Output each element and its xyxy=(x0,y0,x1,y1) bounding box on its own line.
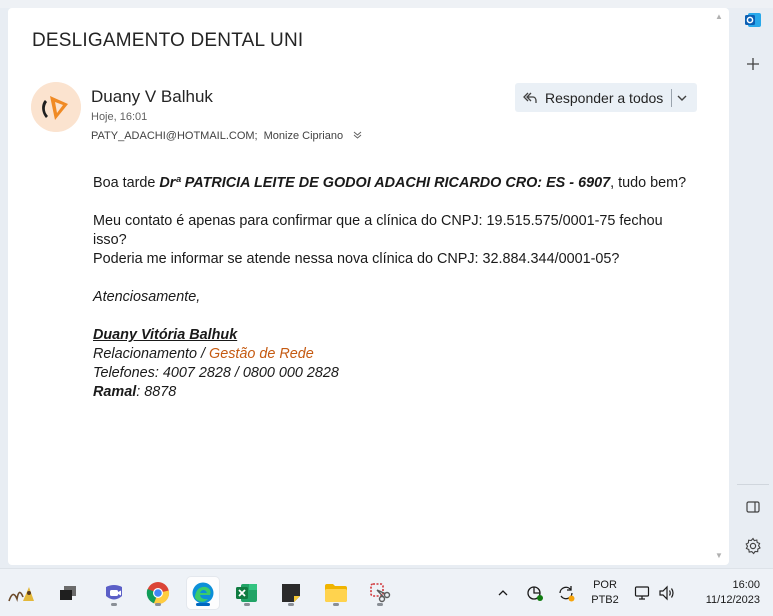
email-subject: DESLIGAMENTO DENTAL UNI xyxy=(32,30,304,51)
recipient-item[interactable]: PATY_ADACHI@HOTMAIL.COM; xyxy=(91,130,258,142)
task-view-icon[interactable] xyxy=(52,577,84,609)
sender-avatar[interactable] xyxy=(31,82,81,132)
file-explorer-icon[interactable] xyxy=(320,577,352,609)
recipients-row: PATY_ADACHI@HOTMAIL.COM; Monize Cipriano xyxy=(91,130,362,142)
ramal-label: Ramal xyxy=(93,384,137,400)
greeting-name: Drª PATRICIA LEITE DE GODOI ADACHI RICAR… xyxy=(159,175,611,191)
outlook-icon[interactable] xyxy=(739,6,767,34)
outlook-window: DESLIGAMENTO DENTAL UNI Duany V Balhuk H… xyxy=(0,0,773,616)
show-hidden-icons-chevron-icon[interactable] xyxy=(494,569,512,616)
security-status-icon[interactable] xyxy=(524,569,546,616)
app-rail xyxy=(733,0,773,568)
signature-role: Relacionamento / Gestão de Rede xyxy=(93,345,693,364)
widget-icon[interactable] xyxy=(6,577,38,609)
clock-date: 11/12/2023 xyxy=(705,594,760,606)
volume-icon[interactable] xyxy=(656,569,678,616)
add-icon[interactable] xyxy=(739,50,767,78)
language-code: POR xyxy=(593,579,617,591)
excel-icon[interactable] xyxy=(231,577,263,609)
greeting-line: Boa tarde Drª PATRICIA LEITE DE GODOI AD… xyxy=(93,174,693,193)
sticky-notes-icon[interactable] xyxy=(275,577,307,609)
keyboard-layout: PTB2 xyxy=(591,594,619,606)
sender-name[interactable]: Duany V Balhuk xyxy=(91,87,213,107)
taskbar-clock[interactable]: 16:00 11/12/2023 xyxy=(684,578,760,608)
avatar-logo-icon xyxy=(31,82,81,132)
vertical-scrollbar[interactable]: ▲ ▼ xyxy=(713,10,725,562)
top-strip xyxy=(0,0,773,8)
reply-all-button[interactable]: Responder a todos xyxy=(515,83,697,112)
reading-pane: DESLIGAMENTO DENTAL UNI Duany V Balhuk H… xyxy=(8,8,729,565)
network-icon[interactable] xyxy=(632,569,654,616)
greeting-prefix: Boa tarde xyxy=(93,175,160,191)
chrome-icon[interactable] xyxy=(142,577,174,609)
scroll-up-icon[interactable]: ▲ xyxy=(715,12,723,21)
signature-ramal: Ramal: 8878 xyxy=(93,383,693,402)
divider xyxy=(737,484,769,485)
teams-icon[interactable] xyxy=(98,577,130,609)
reading-pane-icon[interactable] xyxy=(739,493,767,521)
body-line-1: Meu contato é apenas para confirmar que … xyxy=(93,213,663,248)
expand-recipients-icon[interactable] xyxy=(353,130,362,142)
signature-name: Duany Vitória Balhuk xyxy=(93,327,238,343)
reply-all-label: Responder a todos xyxy=(545,89,664,106)
input-language-indicator[interactable]: POR PTB2 xyxy=(585,578,625,608)
snipping-tool-icon[interactable] xyxy=(364,577,396,609)
chevron-down-icon[interactable] xyxy=(672,93,692,103)
settings-icon[interactable] xyxy=(739,532,767,560)
email-date: Hoje, 16:01 xyxy=(91,111,148,123)
reply-all-icon xyxy=(515,90,545,106)
edge-icon[interactable] xyxy=(187,577,219,609)
sync-status-icon[interactable] xyxy=(554,569,578,616)
signature-dept: Gestão de Rede xyxy=(209,346,314,362)
taskbar: POR PTB2 16:00 11/12/2023 xyxy=(0,568,773,616)
closing: Atenciosamente, xyxy=(93,289,201,305)
recipient-item[interactable]: Monize Cipriano xyxy=(264,130,343,142)
email-body: Boa tarde Drª PATRICIA LEITE DE GODOI AD… xyxy=(93,174,693,402)
signature-phones: Telefones: 4007 2828 / 0800 000 2828 xyxy=(93,365,339,381)
scroll-down-icon[interactable]: ▼ xyxy=(715,551,723,560)
clock-time: 16:00 xyxy=(732,579,760,591)
ramal-value: : 8878 xyxy=(136,384,177,400)
signature-role-prefix: Relacionamento / xyxy=(93,346,209,362)
greeting-suffix: , tudo bem? xyxy=(610,175,687,191)
body-line-2: Poderia me informar se atende nessa nova… xyxy=(93,251,620,267)
